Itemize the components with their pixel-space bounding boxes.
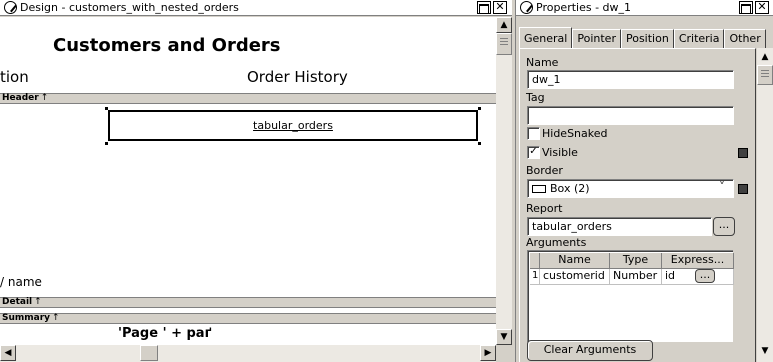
border-label: Border [526, 164, 563, 177]
general-tab-panel: Name dw_1 Tag HideSnaked ✓ Visible Borde… [519, 48, 756, 362]
page-expression[interactable]: 'Page ' + paґ [118, 326, 211, 341]
band-arrow-icon: ↑ [52, 313, 60, 323]
arguments-grid[interactable]: Name Type Express... 1 customerid Number… [527, 250, 734, 342]
box-border-icon [532, 185, 546, 193]
properties-title: Properties - dw_1 [536, 1, 632, 14]
design-title: Design - customers_with_nested_orders [20, 1, 239, 14]
report-field[interactable]: tabular_orders [527, 217, 712, 236]
scroll-left-icon[interactable]: ◀ [0, 345, 16, 361]
arg-type-cell[interactable]: Number [610, 269, 662, 285]
clear-arguments-button[interactable]: Clear Arguments [527, 340, 653, 361]
grid-header-row: Name Type Express... [530, 253, 734, 269]
expression-browse-button[interactable]: ... [695, 269, 715, 283]
tab-other[interactable]: Other [724, 29, 766, 48]
tab-pointer[interactable]: Pointer [572, 29, 621, 48]
report-browse-button[interactable]: ... [713, 217, 735, 236]
selection-handle[interactable] [478, 142, 481, 145]
grid-header-name[interactable]: Name [540, 253, 610, 269]
column-heading-partial[interactable]: tion [0, 68, 29, 86]
properties-scroll-thumb[interactable] [757, 65, 773, 85]
dropdown-arrow-icon[interactable]: ˅ [716, 181, 728, 195]
horizontal-scroll-thumb[interactable] [140, 345, 158, 361]
selection-handle[interactable] [478, 107, 481, 110]
band-arrow-icon: ↑ [34, 297, 42, 307]
arguments-label: Arguments [526, 236, 587, 249]
detail-band-bar[interactable]: Detail ↑ [0, 297, 496, 308]
tag-label: Tag [526, 91, 545, 104]
tab-criteria[interactable]: Criteria [673, 29, 725, 48]
scroll-down-icon[interactable]: ▼ [496, 329, 512, 345]
design-window: Design - customers_with_nested_orders ✕ … [0, 0, 512, 362]
header-band-label: Header [2, 93, 39, 103]
design-titlebar[interactable]: Design - customers_with_nested_orders ✕ [0, 0, 512, 16]
maximize-button[interactable] [477, 1, 491, 14]
nested-report-control[interactable]: tabular_orders [108, 110, 478, 141]
tag-field[interactable] [527, 106, 734, 125]
visible-checkbox[interactable]: ✓ [527, 146, 540, 159]
band-arrow-icon: ↑ [40, 93, 49, 103]
properties-scrollbar[interactable]: ▲ ▼ [757, 48, 773, 362]
name-field[interactable]: dw_1 [527, 70, 734, 89]
name-label: Name [526, 56, 559, 69]
grid-header-type[interactable]: Type [610, 253, 662, 269]
arg-expression-cell[interactable]: id ... [662, 269, 734, 285]
datawindow-app-icon [4, 1, 17, 14]
vertical-scrollbar[interactable]: ▲ ▼ [496, 17, 512, 345]
border-combobox[interactable]: Box (2) [527, 179, 734, 198]
expression-button-icon[interactable] [738, 184, 748, 194]
hidesnaked-checkbox[interactable] [527, 127, 540, 140]
grid-corner [530, 253, 540, 269]
scroll-right-icon[interactable]: ▶ [480, 345, 496, 361]
summary-band-bar[interactable]: Summary ↑ [0, 313, 496, 324]
summary-band-label: Summary [2, 313, 51, 323]
tab-position[interactable]: Position [620, 29, 674, 48]
datawindow-app-icon [520, 1, 533, 14]
row-number: 1 [530, 269, 540, 285]
close-button[interactable]: ✕ [493, 1, 507, 14]
order-history-heading[interactable]: Order History [247, 68, 348, 86]
grid-header-expression[interactable]: Express... [662, 253, 734, 269]
scroll-up-icon[interactable]: ▲ [757, 50, 773, 66]
tab-general[interactable]: General [519, 27, 573, 48]
detail-band-label: Detail [2, 297, 33, 307]
scroll-down-icon[interactable]: ▼ [757, 344, 773, 360]
nested-report-name: tabular_orders [253, 119, 333, 132]
design-canvas[interactable]: Customers and Orders tion Order History … [0, 17, 496, 345]
close-button[interactable]: ✕ [755, 1, 769, 14]
visible-label: Visible [542, 146, 578, 159]
name-field-partial[interactable]: / name [0, 275, 42, 289]
selection-handle[interactable] [105, 142, 108, 145]
horizontal-scrollbar[interactable]: ◀ ▶ [0, 345, 496, 362]
report-heading[interactable]: Customers and Orders [53, 35, 281, 56]
scroll-up-icon[interactable]: ▲ [496, 17, 512, 33]
properties-window: Properties - dw_1 ✕ General Pointer Posi… [515, 0, 773, 362]
report-label: Report [526, 202, 563, 215]
grip-icon [761, 70, 769, 79]
maximize-button[interactable] [739, 1, 753, 14]
properties-titlebar[interactable]: Properties - dw_1 ✕ [516, 0, 773, 16]
properties-tabs: General Pointer Position Criteria Other [519, 27, 766, 48]
table-row[interactable]: 1 customerid Number id ... [530, 269, 734, 285]
arg-name-cell[interactable]: customerid [540, 269, 610, 285]
selection-handle[interactable] [105, 107, 108, 110]
expression-button-icon[interactable] [738, 148, 748, 158]
hidesnaked-label: HideSnaked [542, 127, 608, 140]
header-band-bar[interactable]: Header ↑ [0, 93, 496, 104]
arg-expression-value: id [665, 269, 676, 282]
grip-icon [500, 38, 508, 47]
vertical-scroll-thumb[interactable] [496, 33, 512, 55]
